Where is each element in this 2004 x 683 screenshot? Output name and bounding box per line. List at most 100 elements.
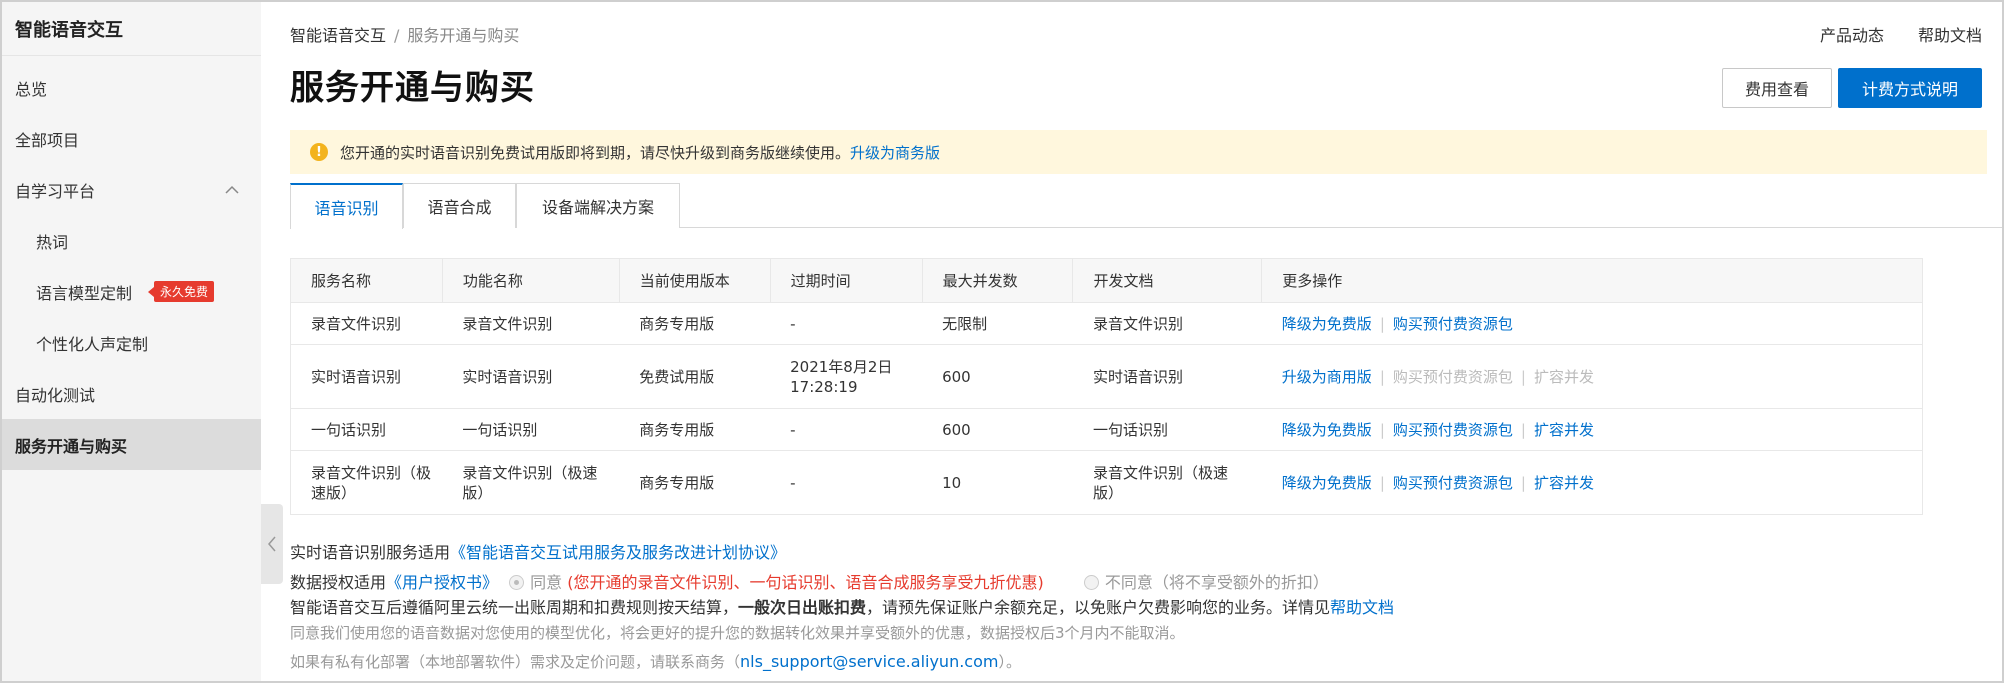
upgrade-business-link[interactable]: 升级为商务版 bbox=[850, 142, 940, 163]
sidebar-item-overview[interactable]: 总览 bbox=[2, 62, 261, 113]
sidebar-item-label: 自动化测试 bbox=[15, 385, 96, 405]
sidebar-collapse-handle[interactable] bbox=[261, 504, 283, 584]
private-deploy-line: 如果有私有化部署（本地部署软件）需求及定价问题，请联系商务（nls_suppor… bbox=[290, 651, 1021, 672]
tab-device-solutions[interactable]: 设备端解决方案 bbox=[516, 183, 680, 228]
sidebar-item-all-projects[interactable]: 全部项目 bbox=[2, 113, 261, 164]
sidebar-item-label: 总览 bbox=[15, 79, 48, 99]
feature-name: 实时语音识别 bbox=[442, 344, 620, 409]
help-doc-link[interactable]: 帮助文档 bbox=[1330, 598, 1394, 617]
buy-prepaid-link[interactable]: 购买预付费资源包 bbox=[1393, 421, 1513, 439]
billing-explanation-button[interactable]: 计费方式说明 bbox=[1838, 68, 1982, 108]
column-header: 过期时间 bbox=[769, 258, 923, 303]
service-name: 实时语音识别 bbox=[290, 344, 443, 409]
sidebar-item-label: 热词 bbox=[36, 232, 69, 252]
breadcrumb-separator: / bbox=[394, 26, 400, 45]
data-authorization-line: 数据授权适用《用户授权书》 同意 (您开通的录音文件识别、一句话识别、语音合成服… bbox=[290, 569, 1329, 593]
service-name: 录音文件识别 bbox=[290, 302, 443, 345]
dev-doc-link[interactable]: 录音文件识别（极速版） bbox=[1072, 450, 1262, 515]
table-row: 录音文件识别 录音文件识别 商务专用版 - 无限制 录音文件识别 降级为免费版 |… bbox=[290, 302, 1923, 345]
action-separator: | bbox=[1379, 367, 1385, 386]
sidebar-item-hotwords[interactable]: 热词 bbox=[2, 215, 261, 266]
page-title: 服务开通与购买 bbox=[290, 68, 535, 108]
agree-radio[interactable] bbox=[509, 575, 525, 590]
column-header: 更多操作 bbox=[1261, 258, 1923, 303]
sidebar-item-label: 自学习平台 bbox=[15, 181, 96, 201]
column-header: 当前使用版本 bbox=[618, 258, 771, 303]
expand-concurrency-link[interactable]: 扩容并发 bbox=[1534, 474, 1594, 492]
sidebar: 智能语音交互 总览 全部项目 自学习平台 热词 语言模型定制 永久免费 个性化人… bbox=[2, 2, 261, 681]
max-concurrency: 600 bbox=[922, 408, 1073, 451]
billing-rule-text-a: 智能语音交互后遵循阿里云统一出账周期和扣费规则按天结算， bbox=[290, 598, 739, 617]
data-usage-note: 同意我们使用您的语音数据对您使用的模型优化，将会更好的提升您的数据转化效果并享受… bbox=[290, 624, 1185, 642]
more-actions: 升级为商用版 | 购买预付费资源包 | 扩容并发 bbox=[1261, 344, 1923, 409]
feature-name: 录音文件识别（极速版） bbox=[442, 450, 620, 515]
downgrade-link[interactable]: 降级为免费版 bbox=[1282, 474, 1372, 492]
sidebar-item-lm-custom[interactable]: 语言模型定制 永久免费 bbox=[2, 266, 261, 317]
version: 商务专用版 bbox=[619, 408, 771, 451]
billing-rule-text-b: ，请预先保证账户余额充足，以免账户欠费影响您的业务。详情见 bbox=[866, 598, 1331, 617]
chevron-up-icon[interactable] bbox=[225, 183, 239, 197]
dev-doc-link[interactable]: 一句话识别 bbox=[1072, 408, 1262, 451]
private-deploy-text-b: ）。 bbox=[998, 653, 1021, 671]
service-name: 一句话识别 bbox=[290, 408, 443, 451]
dev-doc-link[interactable]: 实时语音识别 bbox=[1072, 344, 1262, 409]
column-header: 功能名称 bbox=[441, 258, 620, 303]
buy-prepaid-link-disabled: 购买预付费资源包 bbox=[1392, 367, 1513, 386]
dev-doc-link[interactable]: 录音文件识别 bbox=[1072, 302, 1262, 345]
tab-speech-recognition[interactable]: 语音识别 bbox=[290, 183, 403, 229]
version: 商务专用版 bbox=[619, 450, 771, 515]
downgrade-link[interactable]: 降级为免费版 bbox=[1282, 421, 1372, 439]
help-docs-link[interactable]: 帮助文档 bbox=[1918, 22, 1982, 46]
version: 商务专用版 bbox=[619, 302, 771, 345]
sidebar-item-service-purchase[interactable]: 服务开通与购买 bbox=[2, 419, 261, 470]
top-links: 产品动态 帮助文档 bbox=[1820, 22, 1982, 46]
warning-icon: ! bbox=[310, 143, 328, 161]
chevron-left-icon bbox=[268, 536, 276, 552]
upgrade-link[interactable]: 升级为商用版 bbox=[1282, 368, 1372, 386]
sidebar-item-label: 个性化人声定制 bbox=[36, 334, 149, 354]
sidebar-item-label: 服务开通与购买 bbox=[15, 436, 128, 456]
agree-label: 同意 bbox=[530, 573, 563, 592]
trial-agreement-prefix: 实时语音识别服务适用 bbox=[290, 543, 451, 562]
support-email-link[interactable]: nls_support@service.aliyun.com bbox=[740, 652, 998, 671]
sidebar-title: 智能语音交互 bbox=[2, 2, 261, 56]
billing-rule-line: 智能语音交互后遵循阿里云统一出账周期和扣费规则按天结算，一般次日出账扣费，请预先… bbox=[290, 594, 1394, 618]
table-row: 一句话识别 一句话识别 商务专用版 - 600 一句话识别 降级为免费版 | 购买预… bbox=[290, 408, 1923, 451]
agree-discount-note: (您开通的录音文件识别、一句话识别、语音合成服务享受九折优惠) bbox=[567, 573, 1044, 592]
version: 免费试用版 bbox=[619, 344, 771, 409]
view-fees-button[interactable]: 费用查看 bbox=[1722, 68, 1832, 108]
max-concurrency: 无限制 bbox=[922, 302, 1073, 345]
expire-time: - bbox=[770, 450, 923, 515]
user-authorization-link[interactable]: 《用户授权书》 bbox=[386, 573, 498, 592]
action-separator: | bbox=[1520, 473, 1526, 492]
column-header: 开发文档 bbox=[1072, 258, 1263, 303]
trial-agreement-link[interactable]: 《智能语音交互试用服务及服务改进计划协议》 bbox=[450, 543, 786, 562]
trial-agreement-line: 实时语音识别服务适用《智能语音交互试用服务及服务改进计划协议》 bbox=[290, 539, 786, 563]
column-header: 最大并发数 bbox=[921, 258, 1074, 303]
feature-name: 录音文件识别 bbox=[442, 302, 620, 345]
sidebar-item-self-learning[interactable]: 自学习平台 bbox=[2, 164, 261, 215]
action-separator: | bbox=[1379, 473, 1385, 492]
private-deploy-text-a: 如果有私有化部署（本地部署软件）需求及定价问题，请联系商务（ bbox=[290, 653, 741, 671]
buy-prepaid-link[interactable]: 购买预付费资源包 bbox=[1393, 474, 1513, 492]
more-actions: 降级为免费版 | 购买预付费资源包 | 扩容并发 bbox=[1261, 408, 1923, 451]
breadcrumb-root[interactable]: 智能语音交互 bbox=[290, 26, 386, 45]
sidebar-item-auto-test[interactable]: 自动化测试 bbox=[2, 368, 261, 419]
main-content: 智能语音交互 / 服务开通与购买 产品动态 帮助文档 服务开通与购买 费用查看 计费… bbox=[290, 2, 2002, 681]
table-header-row: 服务名称 功能名称 当前使用版本 过期时间 最大并发数 开发文档 更多操作 bbox=[290, 258, 1923, 303]
max-concurrency: 600 bbox=[922, 344, 1073, 409]
downgrade-link[interactable]: 降级为免费版 bbox=[1282, 315, 1372, 333]
sidebar-item-voice-custom[interactable]: 个性化人声定制 bbox=[2, 317, 261, 368]
action-separator: | bbox=[1379, 314, 1385, 333]
sidebar-item-label: 语言模型定制 bbox=[36, 283, 133, 303]
table-row: 实时语音识别 实时语音识别 免费试用版 2021年8月2日 17:28:19 6… bbox=[290, 344, 1923, 409]
expand-concurrency-link[interactable]: 扩容并发 bbox=[1534, 421, 1594, 439]
authorization-prefix: 数据授权适用 bbox=[290, 573, 387, 592]
action-separator: | bbox=[1520, 367, 1526, 386]
disagree-radio[interactable] bbox=[1083, 575, 1099, 590]
buy-prepaid-link[interactable]: 购买预付费资源包 bbox=[1393, 315, 1513, 333]
product-news-link[interactable]: 产品动态 bbox=[1820, 22, 1884, 46]
column-header: 服务名称 bbox=[290, 258, 443, 303]
tab-speech-synthesis[interactable]: 语音合成 bbox=[403, 183, 516, 228]
expire-time: 2021年8月2日 17:28:19 bbox=[770, 344, 923, 409]
